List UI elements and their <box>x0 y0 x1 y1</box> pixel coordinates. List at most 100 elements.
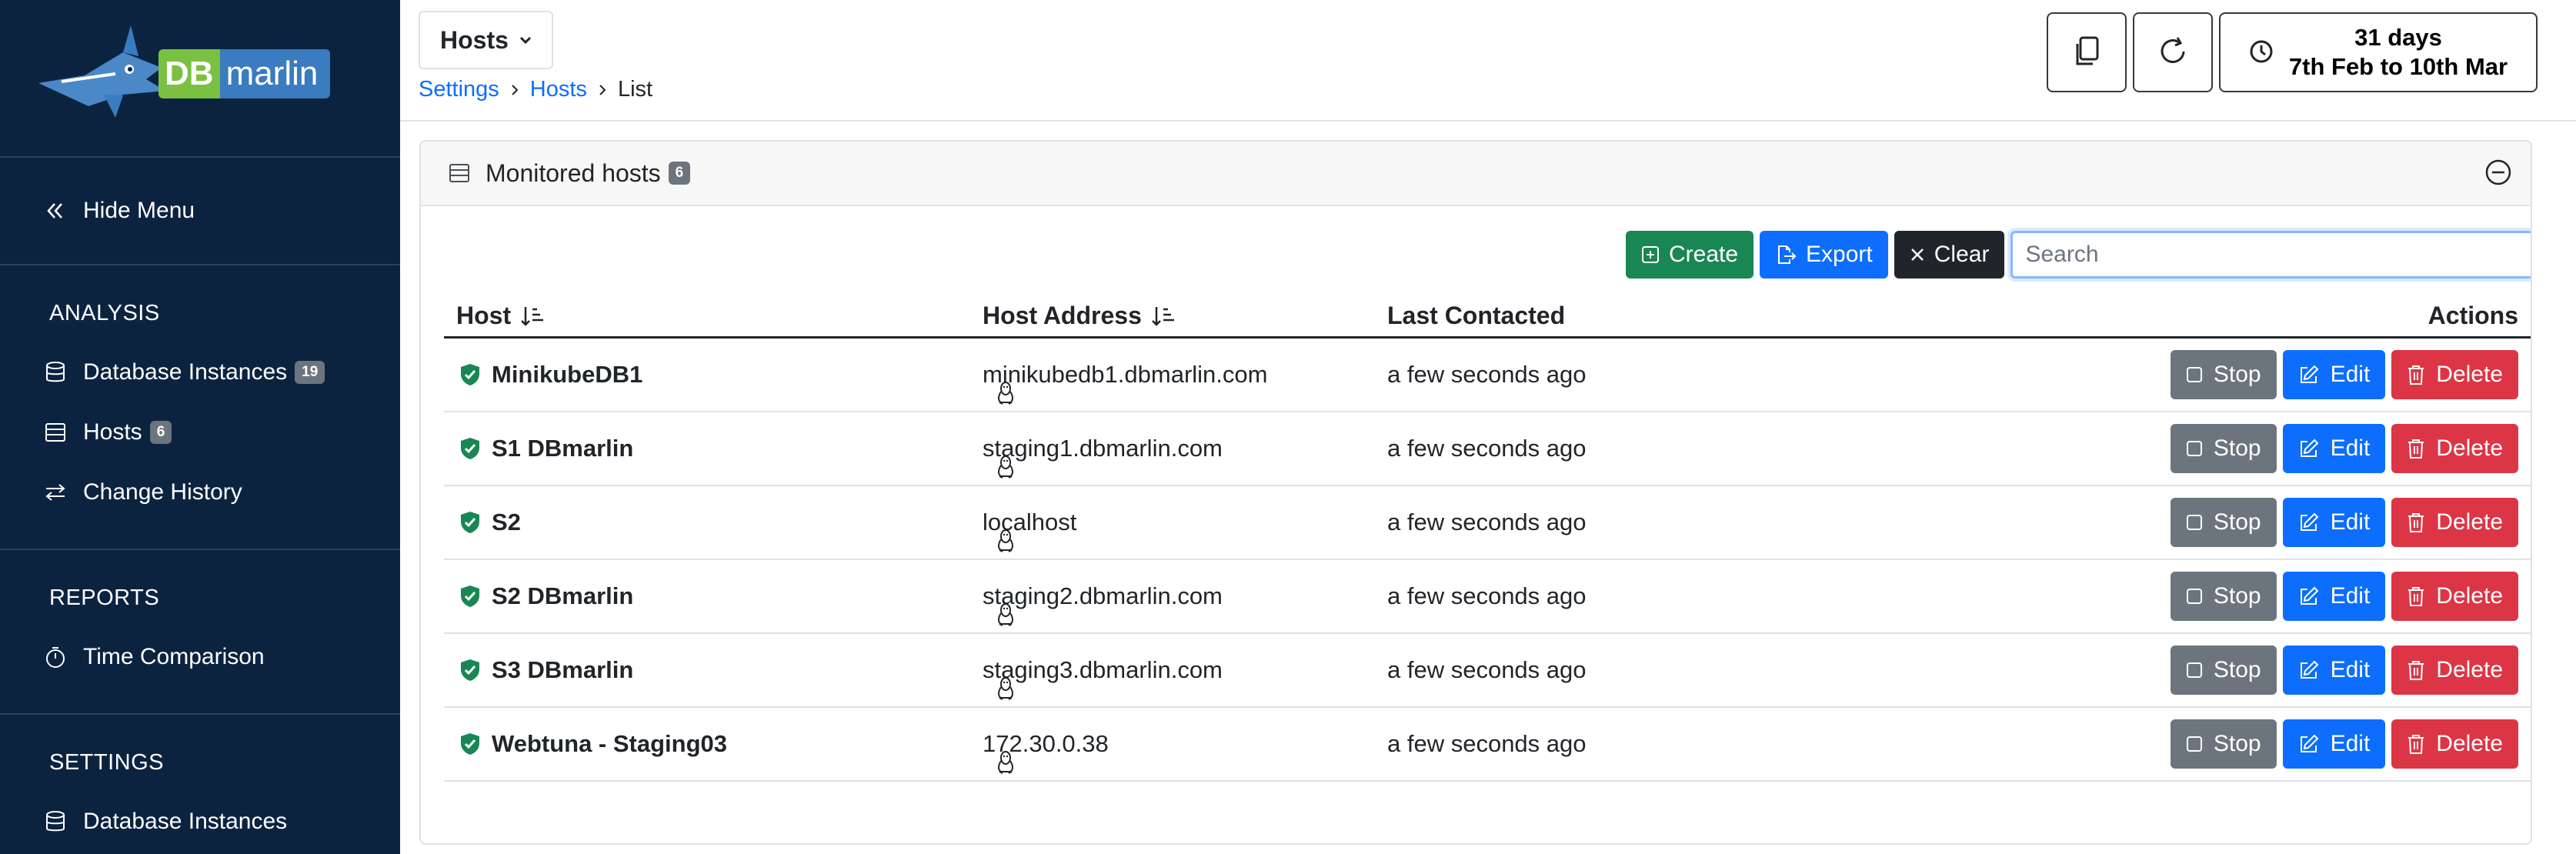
edit-button[interactable]: Edit <box>2282 572 2386 621</box>
host-address: staging2.dbmarlin.com <box>983 582 1223 609</box>
trash-icon <box>2407 585 2425 607</box>
linux-icon <box>996 455 1015 479</box>
search-input[interactable] <box>2010 231 2531 279</box>
stop-button[interactable]: Stop <box>2170 646 2277 695</box>
hosts-table: Host Host Address Last Contacted Actions… <box>444 295 2531 782</box>
sidebar: DB marlin Hide Menu ANALYSIS Database In… <box>0 0 400 854</box>
stop-button[interactable]: Stop <box>2170 498 2277 547</box>
database-icon <box>45 361 69 384</box>
delete-button[interactable]: Delete <box>2391 719 2518 769</box>
delete-label: Delete <box>2436 731 2503 756</box>
column-header-host[interactable]: Host <box>444 302 983 330</box>
delete-label: Delete <box>2436 509 2503 535</box>
section-title-settings: SETTINGS <box>49 750 165 775</box>
host-cell: S1 DBmarlin <box>444 435 1013 479</box>
logo-marlin-text: marlin <box>219 49 331 98</box>
sidebar-item-change-history[interactable]: Change History <box>0 462 400 522</box>
host-name[interactable]: S1 DBmarlin <box>492 435 633 462</box>
edit-button[interactable]: Edit <box>2282 424 2386 473</box>
stop-square-icon <box>2186 588 2203 605</box>
stop-button[interactable]: Stop <box>2170 572 2277 621</box>
delete-button[interactable]: Delete <box>2391 424 2518 473</box>
sidebar-item-database-instances[interactable]: Database Instances 19 <box>0 342 400 402</box>
shield-check-icon <box>459 658 481 682</box>
delete-button[interactable]: Delete <box>2391 572 2518 621</box>
breadcrumb-hosts[interactable]: Hosts <box>530 77 587 102</box>
edit-icon <box>2298 512 2320 533</box>
sidebar-section-settings: SETTINGS Database Instances <box>0 715 400 854</box>
edit-label: Edit <box>2330 657 2371 682</box>
page-select-dropdown[interactable]: Hosts <box>419 11 553 69</box>
copy-button[interactable] <box>2047 12 2127 92</box>
host-name[interactable]: MinikubeDB1 <box>492 361 642 389</box>
stop-label: Stop <box>2213 731 2261 756</box>
last-contacted: a few seconds ago <box>1387 730 1587 757</box>
host-name[interactable]: Webtuna - Staging03 <box>492 730 727 758</box>
table-header: Host Host Address Last Contacted Actions <box>444 295 2531 339</box>
edit-button[interactable]: Edit <box>2282 350 2386 399</box>
shield-check-icon <box>459 584 481 609</box>
time-range-text: 31 days 7th Feb to 10th Mar <box>2289 23 2508 82</box>
last-contacted: a few seconds ago <box>1387 361 1587 388</box>
sidebar-item-time-comparison[interactable]: Time Comparison <box>0 627 400 687</box>
stop-button[interactable]: Stop <box>2170 719 2277 769</box>
delete-button[interactable]: Delete <box>2391 498 2518 547</box>
host-name[interactable]: S2 <box>492 509 521 536</box>
host-address: staging3.dbmarlin.com <box>983 656 1223 683</box>
column-header-actions: Actions <box>2428 302 2518 329</box>
stop-square-icon <box>2186 514 2203 531</box>
card-title: Monitored hosts <box>486 158 661 187</box>
host-name[interactable]: S3 DBmarlin <box>492 656 633 684</box>
table-body: MinikubeDB1 minikubedb1.dbmarlin.com a f… <box>444 339 2531 782</box>
edit-icon <box>2298 733 2320 755</box>
collapse-icon[interactable] <box>2484 158 2512 192</box>
clear-button[interactable]: Clear <box>1894 231 2005 279</box>
sidebar-item-label: Hosts <box>83 419 142 445</box>
stop-square-icon <box>2186 366 2203 383</box>
edit-button[interactable]: Edit <box>2282 498 2386 547</box>
last-contacted: a few seconds ago <box>1387 582 1587 609</box>
stop-label: Stop <box>2213 583 2261 609</box>
table-row: Webtuna - Staging03 172.30.0.38 a few se… <box>444 708 2531 782</box>
close-icon <box>1910 247 1925 262</box>
host-address: localhost <box>983 509 1077 535</box>
shield-check-icon <box>459 436 481 461</box>
refresh-icon <box>2156 35 2190 71</box>
dbmarlin-logo[interactable]: DB marlin <box>158 49 331 98</box>
stopwatch-icon <box>45 646 69 669</box>
hide-menu-label: Hide Menu <box>83 198 195 223</box>
shield-check-icon <box>459 510 481 535</box>
stop-button[interactable]: Stop <box>2170 424 2277 473</box>
export-button[interactable]: Export <box>1760 231 1888 279</box>
breadcrumb-settings[interactable]: Settings <box>419 77 499 102</box>
edit-label: Edit <box>2330 583 2371 609</box>
delete-button[interactable]: Delete <box>2391 646 2518 695</box>
host-cell: S2 DBmarlin <box>444 582 1013 626</box>
hide-menu-button[interactable]: Hide Menu <box>0 158 400 265</box>
refresh-button[interactable] <box>2133 12 2213 92</box>
time-range-button[interactable]: 31 days 7th Feb to 10th Mar <box>2219 12 2538 92</box>
double-chevron-left-icon <box>45 201 69 221</box>
column-header-address[interactable]: Host Address <box>983 302 1387 330</box>
logo-area: DB marlin <box>0 0 400 158</box>
delete-button[interactable]: Delete <box>2391 350 2518 399</box>
breadcrumb: Settings Hosts List <box>419 77 652 102</box>
column-label: Host Address <box>983 302 1142 329</box>
edit-button[interactable]: Edit <box>2282 719 2386 769</box>
trash-icon <box>2407 733 2425 755</box>
last-contacted: a few seconds ago <box>1387 509 1587 535</box>
linux-icon <box>996 676 1015 701</box>
sidebar-item-settings-database-instances[interactable]: Database Instances <box>0 792 400 852</box>
linux-icon <box>996 750 1015 775</box>
stop-button[interactable]: Stop <box>2170 350 2277 399</box>
table-row: S1 DBmarlin staging1.dbmarlin.com a few … <box>444 412 2531 486</box>
arrows-exchange-icon <box>45 483 69 502</box>
create-label: Create <box>1669 242 1739 267</box>
host-name[interactable]: S2 DBmarlin <box>492 582 633 610</box>
edit-label: Edit <box>2330 435 2371 461</box>
edit-button[interactable]: Edit <box>2282 646 2386 695</box>
create-button[interactable]: Create <box>1626 231 1754 279</box>
stop-square-icon <box>2186 440 2203 457</box>
sidebar-item-hosts[interactable]: Hosts 6 <box>0 402 400 462</box>
last-contacted: a few seconds ago <box>1387 656 1587 683</box>
